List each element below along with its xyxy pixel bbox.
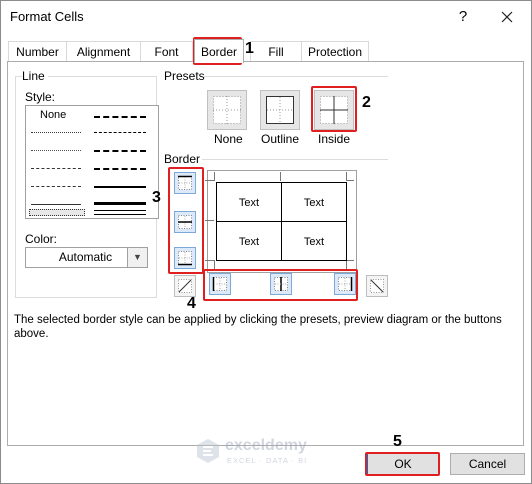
border-left-button[interactable] <box>209 273 231 295</box>
preset-outline-icon <box>266 96 294 124</box>
line-style-option[interactable] <box>94 186 146 188</box>
border-diagonal-down-button[interactable] <box>366 275 388 297</box>
preview-corner-mark <box>205 180 214 181</box>
border-right-button[interactable] <box>334 273 356 295</box>
ok-button[interactable]: OK <box>367 453 439 475</box>
line-style-option[interactable] <box>94 116 146 118</box>
line-style-option[interactable] <box>31 168 81 169</box>
preview-corner-mark <box>346 260 354 261</box>
preset-none-button[interactable] <box>207 90 247 130</box>
preview-center-mark <box>280 172 281 181</box>
preset-inside-label: Inside <box>318 132 351 146</box>
tab-fill[interactable]: Fill <box>250 41 302 62</box>
presets-separator <box>203 76 388 77</box>
step-number-5: 5 <box>393 433 402 450</box>
line-style-option[interactable] <box>31 186 81 187</box>
chevron-down-icon[interactable]: ▼ <box>127 247 148 268</box>
border-bottom-icon <box>178 251 192 266</box>
tab-alignment[interactable]: Alignment <box>66 41 141 62</box>
border-diagonal-up-button[interactable] <box>174 275 196 297</box>
diagonal-up-icon <box>178 279 192 293</box>
line-style-option[interactable] <box>94 202 146 205</box>
color-label: Color: <box>25 232 61 246</box>
info-text: The selected border style can be applied… <box>14 314 502 340</box>
step-number-2: 2 <box>362 94 371 111</box>
line-style-option[interactable] <box>94 132 146 133</box>
border-top-icon <box>178 175 192 190</box>
preset-inside-button[interactable] <box>314 90 354 130</box>
border-separator <box>202 159 388 160</box>
preview-cell-text: Text <box>303 236 325 248</box>
exceldemy-watermark: exceldemy EXCEL · DATA · BI <box>195 435 345 469</box>
line-group-title: Line <box>22 69 48 83</box>
border-inside-vertical-button[interactable] <box>270 273 292 295</box>
title-bar: Format Cells ? <box>1 1 531 33</box>
line-style-none[interactable]: None <box>40 109 66 121</box>
line-style-list[interactable]: None <box>25 105 159 219</box>
border-inside-horizontal-icon <box>178 215 192 229</box>
line-style-option[interactable] <box>31 204 81 205</box>
line-style-option[interactable] <box>94 210 146 215</box>
preview-corner-mark <box>214 172 215 181</box>
line-style-option[interactable] <box>94 150 146 152</box>
watermark-name: exceldemy <box>225 437 307 454</box>
tab-border[interactable]: Border <box>194 39 244 63</box>
line-style-option[interactable] <box>94 168 146 170</box>
preview-inside-horizontal <box>217 221 346 222</box>
tab-protection[interactable]: Protection <box>301 41 369 62</box>
border-title: Border <box>164 152 204 166</box>
preview-center-mark <box>205 220 214 221</box>
preview-corner-mark <box>205 260 214 261</box>
step-number-3: 3 <box>152 189 161 206</box>
help-button[interactable]: ? <box>453 7 473 27</box>
cancel-button[interactable]: Cancel <box>450 453 525 475</box>
preview-grid[interactable]: Text Text Text Text <box>216 182 347 261</box>
preview-corner-mark <box>346 260 347 269</box>
step-number-1: 1 <box>245 40 254 57</box>
preset-inside-icon <box>320 96 348 124</box>
preset-outline-button[interactable] <box>260 90 300 130</box>
preset-none-icon <box>213 96 241 124</box>
preview-corner-mark <box>346 180 354 181</box>
border-right-icon <box>338 277 353 291</box>
presets-title: Presets <box>164 69 208 83</box>
border-top-button[interactable] <box>174 172 196 194</box>
diagonal-down-icon <box>370 279 384 293</box>
line-style-option[interactable] <box>31 150 81 151</box>
border-inside-horizontal-button[interactable] <box>174 211 196 233</box>
border-inside-vertical-icon <box>274 277 288 291</box>
exceldemy-logo-icon <box>197 439 219 463</box>
style-label: Style: <box>25 90 59 104</box>
preset-outline-label: Outline <box>261 132 300 146</box>
dialog-title: Format Cells <box>10 9 84 24</box>
preview-corner-mark <box>346 172 347 181</box>
border-bottom-button[interactable] <box>174 247 196 269</box>
preview-cell-text: Text <box>238 236 260 248</box>
watermark-tagline: EXCEL · DATA · BI <box>227 456 308 465</box>
line-style-option[interactable] <box>31 132 81 133</box>
border-left-icon <box>212 277 227 291</box>
preview-cell-text: Text <box>238 197 260 209</box>
preset-none-label: None <box>214 132 243 146</box>
close-icon[interactable] <box>497 7 517 27</box>
preview-corner-mark <box>214 260 215 269</box>
line-style-selected[interactable] <box>29 209 85 216</box>
preview-cell-text: Text <box>303 197 325 209</box>
step-number-4: 4 <box>187 295 196 312</box>
tab-number[interactable]: Number <box>8 41 67 62</box>
tab-font[interactable]: Font <box>140 41 193 62</box>
